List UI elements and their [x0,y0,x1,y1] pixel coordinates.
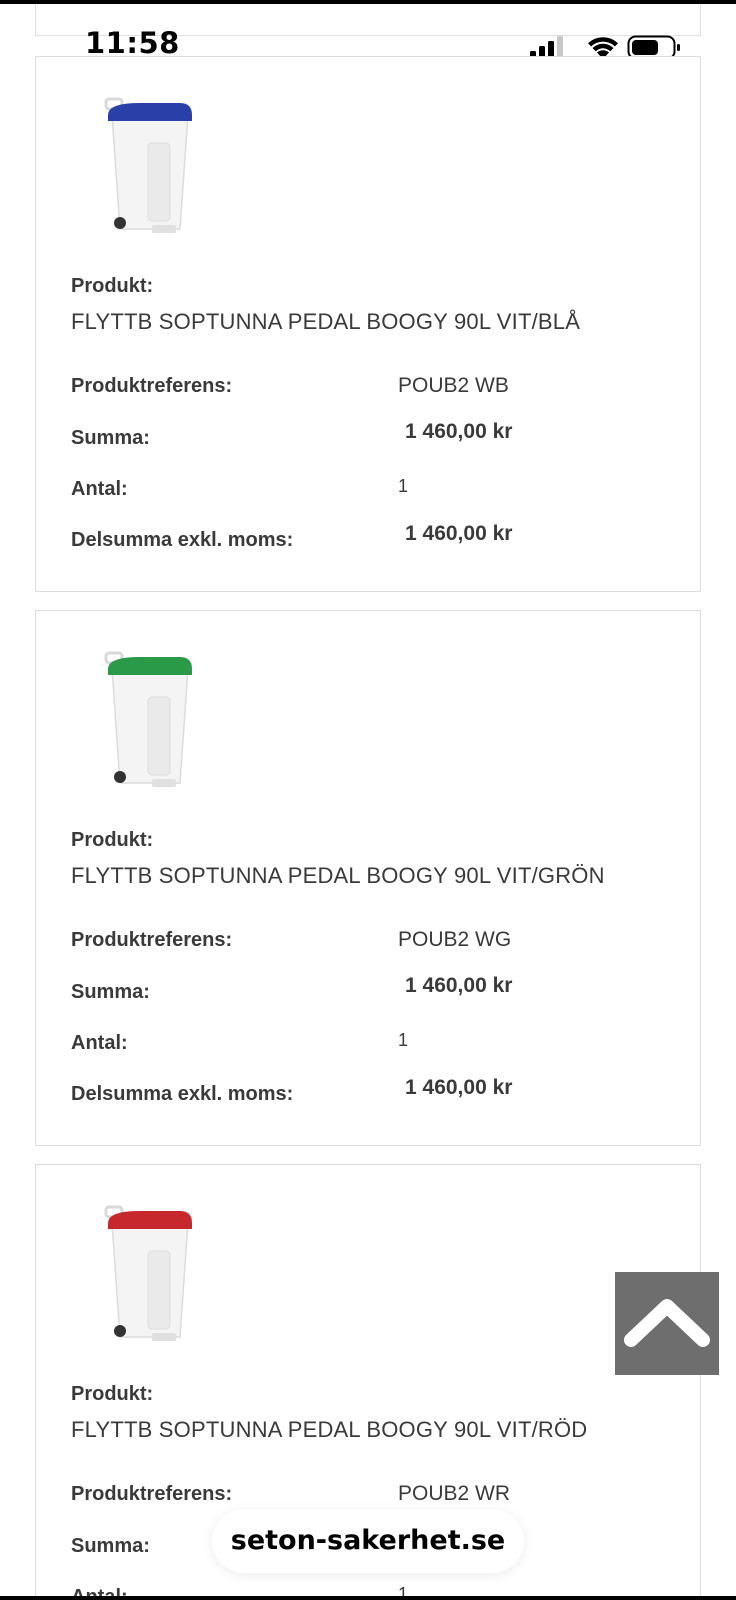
cart-item-card: Produkt: FLYTTB SOPTUNNA PEDAL BOOGY 90L… [35,56,701,592]
reference-value: POUB2 WR [398,1482,511,1505]
reference-value: POUB2 WB [398,374,509,397]
browser-address-bar[interactable]: seton-sakerhet.se [212,1509,524,1573]
sum-value: 1 460,00 kr [405,974,513,997]
subtotal-value: 1 460,00 kr [405,1076,513,1099]
cart-item-card: Produkt: FLYTTB SOPTUNNA PEDAL BOOGY 90L… [35,610,701,1146]
subtotal-label: Delsumma exkl. moms: [71,529,294,551]
status-bar: 11:58 [0,0,736,60]
product-image-green-bin[interactable] [100,647,200,797]
product-image-red-bin[interactable] [100,1201,200,1351]
quantity-label: Antal: [71,1032,128,1054]
sum-value: 1 460,00 kr [405,420,513,443]
quantity-label: Antal: [71,478,128,500]
status-time: 11:58 [85,26,180,60]
sum-label: Summa: [71,981,150,1003]
screen-bottom-edge [0,1596,736,1600]
reference-label: Produktreferens: [71,1483,233,1505]
product-name[interactable]: FLYTTB SOPTUNNA PEDAL BOOGY 90L VIT/BLÅ [71,309,580,335]
quantity-value: 1 [398,1030,409,1050]
product-image-blue-bin[interactable] [100,93,200,243]
product-name[interactable]: FLYTTB SOPTUNNA PEDAL BOOGY 90L VIT/RÖD [71,1417,587,1443]
scroll-to-top-button[interactable] [615,1272,719,1375]
reference-value: POUB2 WG [398,928,512,951]
chevron-up-icon [624,1299,710,1347]
product-name[interactable]: FLYTTB SOPTUNNA PEDAL BOOGY 90L VIT/GRÖN [71,863,605,889]
subtotal-value: 1 460,00 kr [405,522,513,545]
quantity-value: 1 [398,476,409,496]
url-text: seton-sakerhet.se [230,1525,506,1556]
reference-label: Produktreferens: [71,375,233,397]
sum-label: Summa: [71,1535,150,1557]
product-label: Produkt: [71,829,154,851]
subtotal-label: Delsumma exkl. moms: [71,1083,294,1105]
product-label: Produkt: [71,275,154,297]
product-label: Produkt: [71,1383,154,1405]
sum-label: Summa: [71,427,150,449]
reference-label: Produktreferens: [71,929,233,951]
